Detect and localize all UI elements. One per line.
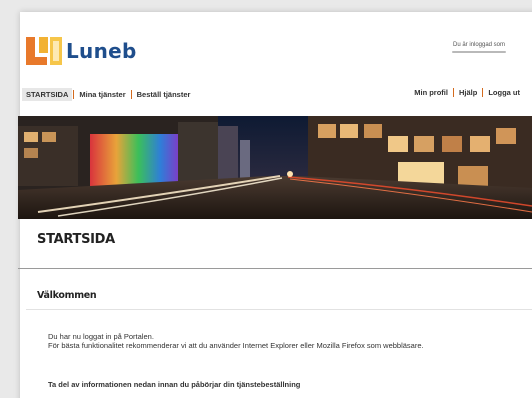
main-nav: STARTSIDA Mina tjänster Beställ tjänster <box>22 88 194 101</box>
nav-hjalp[interactable]: Hjälp <box>455 88 481 97</box>
nav-mina-tjanster[interactable]: Mina tjänster <box>75 90 129 99</box>
welcome-divider <box>26 309 532 310</box>
login-username-placeholder <box>452 51 506 53</box>
intro-line-2: För bästa funktionalitet rekommenderar v… <box>48 341 424 350</box>
login-status: Du är inloggad som <box>434 42 524 53</box>
city-street-night-image <box>18 116 532 219</box>
logo-text: Luneb <box>66 39 137 63</box>
user-nav: Min profil Hjälp Logga ut <box>410 88 524 97</box>
nav-separator <box>452 88 454 97</box>
nav-startsida[interactable]: STARTSIDA <box>22 88 73 101</box>
welcome-text: Du har nu loggat in på Portalen. För bäs… <box>48 332 518 350</box>
logo[interactable]: Luneb <box>26 36 137 66</box>
title-divider <box>18 268 532 269</box>
nav-logga-ut[interactable]: Logga ut <box>484 88 524 97</box>
login-status-text: Du är inloggad som <box>452 42 506 48</box>
order-notice: Ta del av informationen nedan innan du p… <box>48 380 301 389</box>
nav-separator <box>73 90 75 99</box>
intro-line-1: Du har nu loggat in på Portalen. <box>48 332 154 341</box>
welcome-heading: Välkommen <box>37 290 97 301</box>
page-title: STARTSIDA <box>37 232 115 247</box>
nav-bestall-tjanster[interactable]: Beställ tjänster <box>133 90 195 99</box>
nav-min-profil[interactable]: Min profil <box>410 88 452 97</box>
nav-separator <box>482 88 484 97</box>
hero-image <box>18 116 532 219</box>
logo-mark-icon <box>26 37 62 65</box>
nav-separator <box>130 90 132 99</box>
